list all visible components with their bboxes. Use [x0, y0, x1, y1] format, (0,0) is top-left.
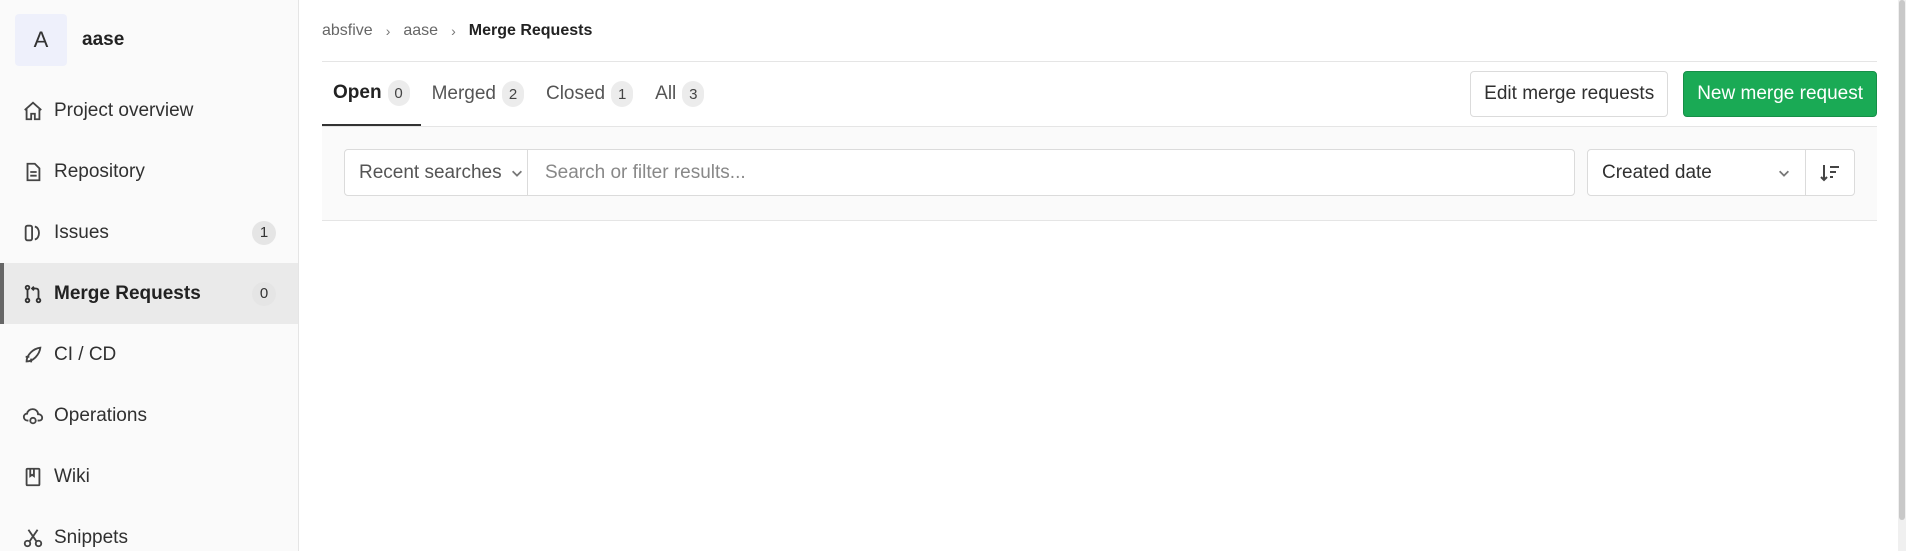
sidebar-item-label: Merge Requests: [54, 282, 201, 304]
sidebar-item-operations[interactable]: Operations: [0, 385, 298, 446]
tab-all[interactable]: All 3: [644, 62, 715, 126]
sort-dropdown[interactable]: Created date: [1588, 150, 1806, 195]
sidebar: A aase Project overview Repository Issue…: [0, 0, 299, 551]
sort-controls: Created date: [1587, 149, 1855, 196]
sidebar-item-project-overview[interactable]: Project overview: [0, 80, 298, 141]
header-actions: Edit merge requests New merge request: [1470, 62, 1877, 126]
filter-bar: Recent searches Created date: [322, 127, 1877, 221]
book-icon: [22, 466, 44, 488]
recent-searches-dropdown[interactable]: Recent searches: [345, 150, 528, 195]
chevron-down-icon: [1779, 170, 1789, 177]
sort-label: Created date: [1602, 161, 1712, 183]
state-tabs: Open 0 Merged 2 Closed 1 All 3: [322, 62, 715, 126]
sidebar-item-ci-cd[interactable]: CI / CD: [0, 324, 298, 385]
new-merge-request-button[interactable]: New merge request: [1683, 71, 1877, 117]
sidebar-item-repository[interactable]: Repository: [0, 141, 298, 202]
search-input[interactable]: [528, 150, 1574, 195]
merge-request-tabs-bar: Open 0 Merged 2 Closed 1 All 3 Edit merg…: [322, 62, 1877, 127]
tab-count-badge: 2: [501, 81, 524, 107]
sidebar-item-wiki[interactable]: Wiki: [0, 446, 298, 507]
sidebar-item-label: Operations: [54, 404, 147, 426]
tab-open[interactable]: Open 0: [322, 62, 421, 126]
sidebar-nav: Project overview Repository Issues 1 Mer…: [0, 80, 298, 551]
tab-closed[interactable]: Closed 1: [535, 62, 644, 126]
merge-request-icon: [22, 283, 44, 305]
sidebar-item-snippets[interactable]: Snippets: [0, 507, 298, 551]
breadcrumb-chevron-icon: ›: [451, 22, 456, 39]
document-icon: [22, 161, 44, 183]
home-icon: [22, 100, 44, 122]
project-avatar[interactable]: A: [15, 14, 67, 66]
sort-direction-button[interactable]: [1806, 150, 1854, 195]
scissors-icon: [22, 527, 44, 549]
sidebar-item-label: Repository: [54, 160, 145, 182]
tab-label: Open: [333, 82, 382, 103]
tab-count-badge: 1: [611, 81, 634, 107]
cloud-gear-icon: [22, 405, 44, 427]
scrollbar-thumb[interactable]: [1899, 0, 1905, 520]
main-content: absfive › aase › Merge Requests Open 0 M…: [322, 0, 1877, 221]
rocket-icon: [22, 344, 44, 366]
sort-lowest-icon: [1820, 164, 1839, 181]
sidebar-item-label: Snippets: [54, 526, 128, 548]
breadcrumb-project-link[interactable]: aase: [403, 22, 438, 40]
filtered-search-box: Recent searches: [344, 149, 1575, 196]
sidebar-item-label: Wiki: [54, 465, 90, 487]
tab-label: Merged: [431, 83, 496, 104]
recent-searches-label: Recent searches: [359, 161, 502, 183]
sidebar-item-issues[interactable]: Issues 1: [0, 202, 298, 263]
tab-label: All: [655, 83, 677, 104]
breadcrumb-chevron-icon: ›: [385, 22, 391, 39]
sidebar-item-label: Project overview: [54, 99, 194, 121]
sidebar-item-label: CI / CD: [54, 343, 117, 365]
breadcrumb: absfive › aase › Merge Requests: [322, 0, 1877, 62]
page-scrollbar[interactable]: [1898, 0, 1906, 551]
sidebar-item-merge-requests[interactable]: Merge Requests 0: [0, 263, 298, 324]
project-header[interactable]: A aase: [0, 0, 298, 80]
edit-merge-requests-button[interactable]: Edit merge requests: [1470, 71, 1669, 117]
chevron-down-icon: [511, 170, 522, 177]
project-name[interactable]: aase: [82, 29, 124, 51]
issues-count-badge: 1: [252, 220, 276, 245]
tab-count-badge: 3: [682, 81, 705, 107]
breadcrumb-current[interactable]: Merge Requests: [469, 22, 593, 40]
issues-icon: [22, 222, 44, 244]
tab-merged[interactable]: Merged 2: [421, 62, 535, 126]
tab-label: Closed: [545, 83, 606, 104]
breadcrumb-group-link[interactable]: absfive: [322, 22, 373, 40]
sidebar-item-label: Issues: [54, 221, 109, 243]
merge-requests-count-badge: 0: [252, 281, 276, 306]
tab-count-badge: 0: [387, 80, 410, 106]
